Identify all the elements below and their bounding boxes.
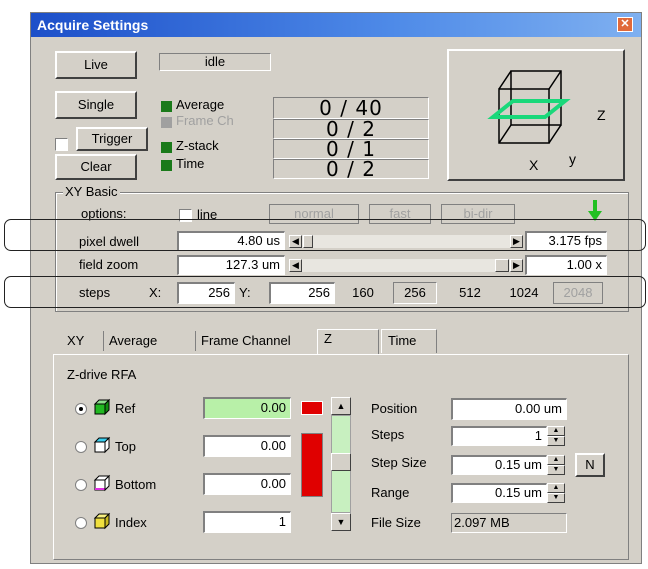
tab-average[interactable]: Average [109, 333, 157, 348]
field-zoom-field[interactable]: 127.3 um [177, 255, 285, 275]
ref-color-marker [301, 401, 323, 415]
step-size-spin-down[interactable]: ▼ [547, 465, 565, 475]
top-label: Top [115, 439, 136, 454]
position-field[interactable]: 0.00 um [451, 398, 567, 420]
x-axis-label: X [529, 157, 539, 173]
file-size-value: 2.097 MB [451, 513, 567, 533]
live-button[interactable]: Live [55, 51, 137, 79]
time-counter: 0 / 2 [273, 159, 429, 179]
z-drive-title: Z-drive RFA [67, 367, 137, 382]
index-radio[interactable] [75, 517, 87, 529]
z-axis-label: Z [597, 107, 606, 123]
field-zoom-right-arrow[interactable]: ▶ [510, 259, 523, 272]
z-stack-counter: 0 / 1 [273, 139, 429, 159]
average-counter: 0 / 40 [273, 97, 429, 119]
tab-time-label: Time [388, 333, 417, 348]
range-spin-down[interactable]: ▼ [547, 493, 565, 503]
pixel-dwell-highlight [4, 219, 646, 251]
left-arrow-icon: ◀ [292, 260, 299, 270]
z-stack-indicator [161, 142, 172, 153]
title-bar[interactable]: Acquire Settings ✕ [31, 13, 641, 37]
tab-time[interactable]: Time [381, 329, 437, 353]
steps-highlight [4, 276, 646, 308]
position-label: Position [371, 401, 418, 416]
z-scroll-down[interactable]: ▼ [331, 513, 351, 531]
ref-field[interactable]: 0.00 [203, 397, 291, 419]
z-scroll-thumb[interactable] [331, 453, 351, 471]
step-size-label: Step Size [371, 455, 427, 470]
index-cube-icon [93, 512, 111, 530]
down-arrow-icon: ▼ [336, 517, 346, 527]
bottom-field[interactable]: 0.00 [203, 473, 291, 495]
top-field[interactable]: 0.00 [203, 435, 291, 457]
window-title: Acquire Settings [37, 17, 149, 33]
y-axis-label: y [569, 151, 576, 167]
xy-basic-label: XY Basic [63, 184, 120, 199]
z-range-bar [301, 433, 323, 497]
top-radio[interactable] [75, 441, 87, 453]
steps-z-label: Steps [371, 427, 405, 442]
range-field[interactable]: 0.15 um [451, 483, 547, 503]
tab-frame-channel[interactable]: Frame Channel [201, 333, 291, 348]
index-label: Index [115, 515, 147, 530]
bottom-radio[interactable] [75, 479, 87, 491]
radio-selected-dot [79, 407, 83, 411]
status-field: idle [159, 53, 271, 71]
right-arrow-icon: ▶ [513, 260, 520, 270]
field-zoom-left-arrow[interactable]: ◀ [289, 259, 302, 272]
field-zoom-scrollbar[interactable] [302, 259, 510, 272]
tab-xy[interactable]: XY [67, 333, 84, 348]
tab-z-label: Z [324, 331, 332, 346]
frame-ch-counter: 0 / 2 [273, 119, 429, 139]
range-label: Range [371, 485, 410, 500]
frame-ch-indicator [161, 117, 172, 128]
tab-divider [195, 331, 196, 351]
tab-divider [103, 331, 104, 351]
axes-diagram-button[interactable]: X y Z [447, 49, 625, 181]
average-indicator [161, 101, 172, 112]
z-scroll-up[interactable]: ▲ [331, 397, 351, 415]
step-size-field[interactable]: 0.15 um [451, 455, 547, 475]
file-size-label: File Size [371, 515, 421, 530]
field-zoom-thumb[interactable] [495, 259, 509, 272]
frame-ch-label: Frame Ch [176, 113, 234, 128]
bottom-label: Bottom [115, 477, 157, 492]
close-button[interactable]: ✕ [617, 17, 633, 32]
steps-spin-up[interactable]: ▲ [547, 426, 565, 436]
n-button[interactable]: N [575, 453, 605, 477]
time-label: Time [176, 156, 205, 171]
time-indicator [161, 160, 172, 171]
bottom-cube-icon [93, 474, 111, 492]
field-zoom-label: field zoom [79, 257, 139, 272]
tab-z[interactable]: Z [317, 329, 379, 355]
clear-button[interactable]: Clear [55, 154, 137, 180]
close-icon: ✕ [620, 18, 630, 30]
average-label: Average [176, 97, 225, 112]
range-spin-up[interactable]: ▲ [547, 483, 565, 493]
z-stack-label: Z-stack [176, 138, 219, 153]
single-button[interactable]: Single [55, 91, 137, 119]
steps-z-field[interactable]: 1 [451, 426, 547, 446]
top-cube-icon [93, 436, 111, 454]
steps-spin-down[interactable]: ▼ [547, 436, 565, 446]
ref-radio[interactable] [75, 403, 87, 415]
trigger-checkbox[interactable] [55, 138, 68, 151]
ref-label: Ref [115, 401, 136, 416]
ref-cube-icon [93, 398, 111, 416]
step-size-spin-up[interactable]: ▲ [547, 455, 565, 465]
up-arrow-icon: ▲ [336, 401, 346, 411]
index-field[interactable]: 1 [203, 511, 291, 533]
zoom-factor-field[interactable]: 1.00 x [525, 255, 607, 275]
trigger-button[interactable]: Trigger [76, 127, 148, 151]
